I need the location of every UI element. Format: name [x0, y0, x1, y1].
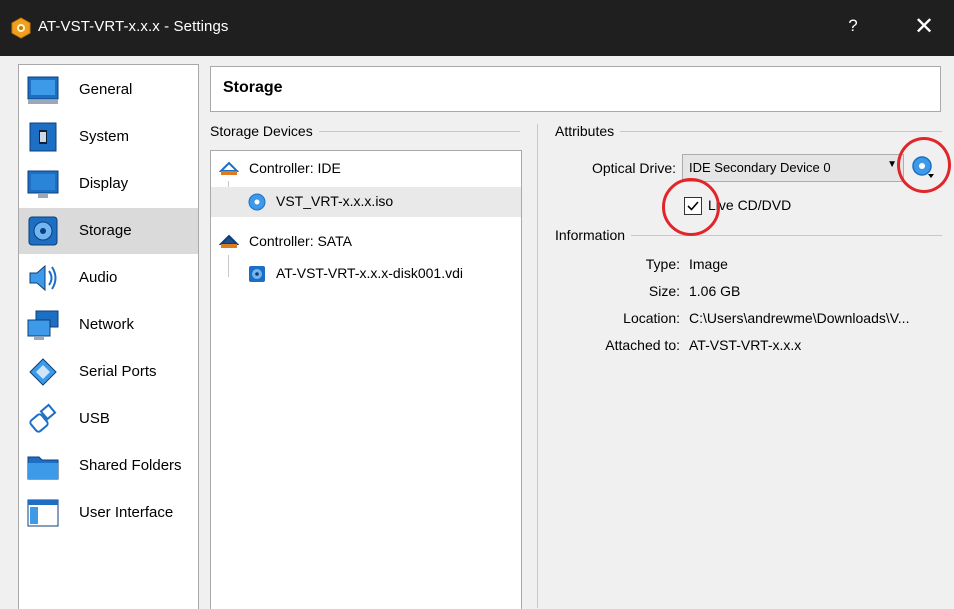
- info-size-label: Size:: [648, 283, 680, 299]
- choose-disk-button[interactable]: [911, 155, 935, 179]
- live-cd-label: Live CD/DVD: [708, 197, 792, 213]
- audio-icon: [29, 264, 57, 292]
- title-bar: AT-VST-VRT-x.x.x - Settings ? ✕: [0, 0, 954, 56]
- sidebar-item-system[interactable]: System: [19, 114, 198, 160]
- tree-item-label: AT-VST-VRT-x.x.x-disk001.vdi: [276, 265, 463, 281]
- settings-category-list: General System Display Storage Audio Net…: [18, 64, 199, 609]
- system-icon: [29, 122, 57, 152]
- usb-icon: [29, 403, 57, 433]
- sidebar-item-user-interface[interactable]: User Interface: [19, 490, 198, 536]
- virtualbox-app-icon: [11, 17, 31, 39]
- sidebar-item-label: General: [79, 81, 133, 98]
- page-title: Storage: [223, 79, 283, 96]
- sidebar-item-label: User Interface: [79, 504, 174, 521]
- info-attached-value: AT-VST-VRT-x.x.x: [689, 337, 802, 353]
- storage-tree[interactable]: Controller: IDE VST_VRT-x.x.x.iso Contro…: [210, 150, 522, 609]
- storage-devices-title: Storage Devices: [210, 123, 319, 139]
- chevron-down-icon: ▼: [887, 159, 897, 170]
- sidebar-item-label: Shared Folders: [79, 457, 182, 474]
- live-cd-checkbox[interactable]: [684, 197, 702, 215]
- info-location-value: C:\Users\andrewme\Downloads\V...: [689, 310, 910, 326]
- user-interface-icon: [27, 499, 59, 527]
- storage-icon: [28, 216, 58, 246]
- hard-disk-icon: [249, 266, 265, 282]
- sidebar-item-network[interactable]: Network: [19, 302, 198, 348]
- tree-item-optical-disc[interactable]: VST_VRT-x.x.x.iso: [211, 187, 521, 217]
- tree-item-hard-disk[interactable]: AT-VST-VRT-x.x.x-disk001.vdi: [211, 259, 521, 289]
- information-title: Information: [555, 227, 632, 243]
- display-icon: [27, 170, 59, 198]
- network-icon: [27, 310, 59, 340]
- optical-disc-icon: [248, 193, 266, 211]
- attributes-title: Attributes: [555, 123, 621, 139]
- sidebar-item-shared-folders[interactable]: Shared Folders: [19, 443, 198, 489]
- sidebar-item-label: System: [79, 128, 130, 145]
- tree-item-controller-ide[interactable]: Controller: IDE: [211, 154, 521, 184]
- tree-item-label: Controller: SATA: [249, 233, 352, 249]
- panel-splitter[interactable]: [537, 124, 538, 608]
- sata-controller-icon: [219, 234, 239, 248]
- sidebar-item-general[interactable]: General: [19, 67, 198, 113]
- page-header: Storage: [210, 66, 941, 112]
- sidebar-item-display[interactable]: Display: [19, 161, 198, 207]
- sidebar-item-storage[interactable]: Storage: [19, 208, 198, 254]
- sidebar-item-label: USB: [79, 410, 110, 427]
- checkmark-icon: [687, 201, 699, 211]
- info-type-label: Type:: [645, 256, 680, 272]
- sidebar-item-audio[interactable]: Audio: [19, 255, 198, 301]
- info-attached-label: Attached to:: [605, 337, 680, 353]
- serial-ports-icon: [29, 358, 57, 386]
- close-button[interactable]: ✕: [904, 11, 944, 45]
- optical-drive-select[interactable]: IDE Secondary Device 0 ▼: [682, 154, 904, 182]
- window-title: AT-VST-VRT-x.x.x - Settings: [38, 18, 229, 35]
- sidebar-item-usb[interactable]: USB: [19, 396, 198, 442]
- sidebar-item-label: Network: [79, 316, 135, 333]
- general-icon: [27, 76, 59, 104]
- tree-item-label: Controller: IDE: [249, 160, 341, 176]
- sidebar-item-label: Audio: [79, 269, 118, 286]
- info-location-label: Location:: [623, 310, 680, 326]
- sidebar-item-label: Display: [79, 175, 129, 192]
- ide-controller-icon: [219, 161, 239, 175]
- info-type-value: Image: [689, 256, 728, 272]
- shared-folders-icon: [27, 456, 59, 480]
- sidebar-item-label: Serial Ports: [79, 363, 157, 380]
- sidebar-item-label: Storage: [79, 222, 132, 239]
- optical-drive-value: IDE Secondary Device 0: [689, 160, 831, 175]
- help-button[interactable]: ?: [843, 16, 863, 36]
- info-size-value: 1.06 GB: [689, 283, 741, 299]
- tree-item-label: VST_VRT-x.x.x.iso: [276, 193, 394, 209]
- settings-body: General System Display Storage Audio Net…: [0, 56, 954, 609]
- sidebar-item-serial-ports[interactable]: Serial Ports: [19, 349, 198, 395]
- tree-item-controller-sata[interactable]: Controller: SATA: [211, 227, 521, 257]
- optical-drive-label: Optical Drive:: [591, 160, 676, 176]
